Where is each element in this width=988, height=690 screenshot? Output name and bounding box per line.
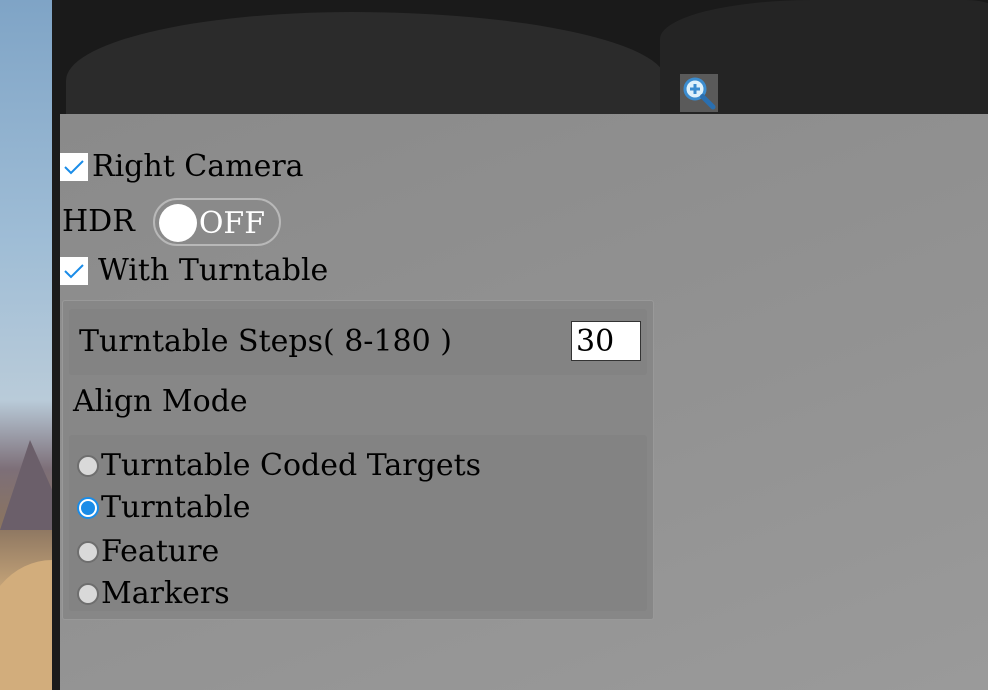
wallpaper-mountain	[0, 440, 54, 530]
align-option-label: Feature	[101, 534, 220, 569]
hdr-toggle-text: OFF	[198, 206, 266, 241]
wallpaper-dune	[0, 560, 54, 690]
right-camera-checkbox[interactable]	[60, 153, 88, 181]
align-mode-options: Turntable Coded Targets Turntable Featur…	[69, 435, 647, 611]
camera-preview	[60, 0, 988, 114]
align-option-feature[interactable]: Feature	[77, 537, 219, 567]
radio-button-selected[interactable]	[77, 497, 99, 519]
radio-button[interactable]	[77, 455, 99, 477]
preview-object-left	[66, 12, 666, 114]
with-turntable-checkbox[interactable]	[60, 257, 88, 285]
right-camera-row: Right Camera	[60, 152, 304, 182]
zoom-in-icon	[683, 77, 716, 110]
turntable-steps-input[interactable]	[571, 321, 641, 361]
checkmark-icon	[64, 160, 84, 175]
with-turntable-label: With Turntable	[98, 253, 329, 288]
hdr-row: HDR OFF	[60, 198, 281, 246]
radio-button[interactable]	[77, 541, 99, 563]
hdr-toggle[interactable]: OFF	[152, 198, 281, 246]
align-option-turntable-coded-targets[interactable]: Turntable Coded Targets	[77, 451, 481, 481]
turntable-steps-label: Turntable Steps( 8-180 )	[79, 324, 452, 359]
align-mode-title: Align Mode	[73, 384, 248, 419]
align-option-label: Turntable Coded Targets	[101, 448, 482, 483]
turntable-settings-group: Turntable Steps( 8-180 ) Align Mode Turn…	[62, 300, 654, 620]
checkmark-icon	[64, 264, 84, 279]
turntable-steps-row: Turntable Steps( 8-180 )	[69, 309, 647, 375]
settings-panel: Right Camera HDR OFF With Turntable Turn…	[60, 114, 988, 690]
desktop-wallpaper	[0, 0, 54, 690]
right-camera-label: Right Camera	[92, 149, 304, 184]
zoom-in-button[interactable]	[680, 74, 718, 112]
align-option-markers[interactable]: Markers	[77, 579, 230, 609]
toggle-knob	[158, 204, 197, 242]
align-option-turntable[interactable]: Turntable	[77, 493, 251, 523]
hdr-label: HDR	[62, 204, 135, 239]
align-option-label: Markers	[101, 576, 230, 611]
window-edge	[52, 0, 60, 690]
with-turntable-row: With Turntable	[60, 256, 328, 286]
align-option-label: Turntable	[101, 490, 251, 525]
radio-button[interactable]	[77, 583, 99, 605]
